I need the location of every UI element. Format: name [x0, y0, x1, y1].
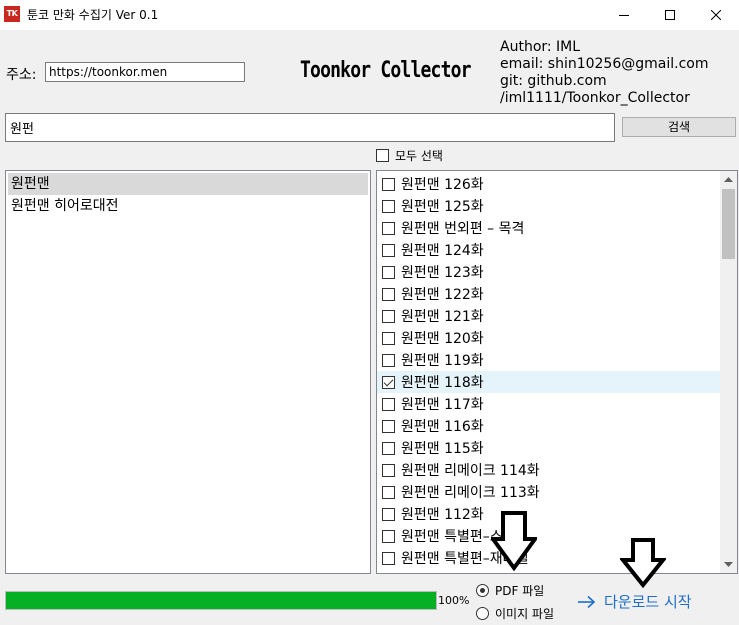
select-all-label: 모두 선택: [395, 149, 443, 163]
checkbox-icon[interactable]: [382, 177, 395, 191]
radio-label: 이미지 파일: [495, 607, 555, 621]
list-item[interactable]: 원펀맨 123화: [377, 261, 721, 283]
checkbox-icon[interactable]: [382, 419, 395, 433]
list-item[interactable]: 원펀맨 번외편 – 목격: [377, 217, 721, 239]
episode-label: 원펀맨 리메이크 113화: [401, 485, 540, 501]
list-item[interactable]: 원펀맨 125화: [377, 195, 721, 217]
address-label: 주소:: [6, 67, 37, 83]
checkbox-icon[interactable]: [382, 331, 395, 345]
close-icon[interactable]: [693, 0, 739, 30]
checkbox-icon[interactable]: [382, 529, 395, 543]
checkbox-icon[interactable]: [382, 397, 395, 411]
checkbox-icon[interactable]: [382, 551, 395, 565]
list-item[interactable]: 원펀맨 117화: [377, 393, 721, 415]
maximize-icon[interactable]: [647, 0, 693, 30]
address-input[interactable]: [45, 62, 245, 82]
episode-label: 원펀맨 121화: [401, 309, 484, 325]
window-title: 툰코 만화 수집기 Ver 0.1: [27, 8, 159, 22]
down-arrow-annotation-icon: [620, 538, 666, 588]
checkbox-icon[interactable]: [382, 441, 395, 455]
list-item[interactable]: 원펀맨 122화: [377, 283, 721, 305]
radio-image[interactable]: 이미지 파일: [476, 605, 554, 622]
list-item[interactable]: 원펀맨 112화: [377, 503, 721, 525]
episode-label: 원펀맨 126화: [401, 177, 484, 193]
list-item[interactable]: 원펀맨 히어로대전: [6, 195, 370, 217]
app-window: TK 툰코 만화 수집기 Ver 0.1 주소: Toonkor Collect…: [0, 0, 739, 625]
search-button[interactable]: 검색: [622, 117, 736, 137]
list-item[interactable]: 원펀맨 121화: [377, 305, 721, 327]
arrow-right-icon: [578, 595, 596, 608]
list-item[interactable]: 원펀맨 특별편–재레벨: [377, 547, 721, 569]
list-item[interactable]: 원펀맨 124화: [377, 239, 721, 261]
search-input[interactable]: [5, 113, 615, 142]
episode-label: 원펀맨 112화: [401, 507, 484, 523]
radio-pdf[interactable]: PDF 파일: [476, 582, 544, 599]
list-item[interactable]: 원펀맨 126화: [377, 173, 721, 195]
episode-label: 원펀맨 122화: [401, 287, 484, 303]
vertical-scrollbar[interactable]: [720, 171, 737, 573]
list-item[interactable]: 원펀맨 120화: [377, 327, 721, 349]
download-label: 다운로드 시작: [604, 593, 692, 611]
checkbox-icon[interactable]: [382, 265, 395, 279]
episode-label: 원펀맨 리메이크 114화: [401, 463, 540, 479]
checkbox-icon[interactable]: [382, 463, 395, 477]
progress-bar: [5, 591, 437, 610]
list-item[interactable]: 원펀맨 116화: [377, 415, 721, 437]
episode-label: 원펀맨 번외편 – 목격: [401, 221, 525, 237]
brand-title: Toonkor Collector: [300, 58, 472, 83]
scroll-down-icon[interactable]: [720, 556, 737, 573]
checkbox-icon[interactable]: [382, 199, 395, 213]
checkbox-icon[interactable]: [382, 353, 395, 367]
radio-selected-icon: [476, 584, 489, 597]
checkbox-icon[interactable]: [382, 221, 395, 235]
checkbox-checked-icon[interactable]: [382, 375, 395, 389]
download-start-button[interactable]: 다운로드 시작: [577, 591, 692, 612]
list-item[interactable]: 원펀맨 리메이크 113화: [377, 481, 721, 503]
episode-label: 원펀맨 115화: [401, 441, 484, 457]
list-item[interactable]: 원펀맨 118화: [377, 371, 721, 393]
checkbox-icon[interactable]: [382, 243, 395, 257]
episode-label: 원펀맨 116화: [401, 419, 484, 435]
app-logo-icon: TK: [4, 6, 20, 22]
progress-text: 100%: [438, 594, 470, 607]
minimize-icon[interactable]: [601, 0, 647, 30]
list-item[interactable]: 원펀맨: [8, 173, 368, 195]
episode-label: 원펀맨 123화: [401, 265, 484, 281]
list-item[interactable]: 원펀맨 119화: [377, 349, 721, 371]
episode-label: 원펀맨 117화: [401, 397, 484, 413]
checkbox-icon[interactable]: [382, 309, 395, 323]
list-item[interactable]: 원펀맨 특별편–스타: [377, 525, 721, 547]
checkbox-icon[interactable]: [382, 485, 395, 499]
episode-label: 원펀맨 120화: [401, 331, 484, 347]
radio-icon: [476, 607, 489, 620]
radio-label: PDF 파일: [495, 584, 545, 598]
episode-label: 원펀맨 124화: [401, 243, 484, 259]
episode-label: 원펀맨 119화: [401, 353, 484, 369]
scrollbar-thumb[interactable]: [722, 189, 735, 259]
episode-label: 원펀맨 118화: [401, 375, 484, 391]
result-label: 원펀맨 히어로대전: [11, 198, 119, 214]
list-item[interactable]: 원펀맨 리메이크 114화: [377, 459, 721, 481]
result-label: 원펀맨: [11, 176, 50, 192]
progress-fill: [6, 592, 436, 609]
list-item[interactable]: 원펀맨 115화: [377, 437, 721, 459]
checkbox-icon: [376, 149, 389, 162]
episode-label: 원펀맨 125화: [401, 199, 484, 215]
checkbox-icon[interactable]: [382, 507, 395, 521]
scroll-up-icon[interactable]: [720, 171, 737, 188]
down-arrow-annotation-icon: [491, 511, 537, 571]
author-info: Author: IML email: shin10256@gmail.com g…: [500, 39, 709, 106]
title-bar: TK 툰코 만화 수집기 Ver 0.1: [0, 0, 739, 30]
checkbox-icon[interactable]: [382, 287, 395, 301]
episode-list[interactable]: 원펀맨 126화 원펀맨 125화 원펀맨 번외편 – 목격 원펀맨 124화 …: [376, 170, 738, 574]
select-all-checkbox[interactable]: 모두 선택: [376, 147, 443, 164]
search-results-list[interactable]: 원펀맨 원펀맨 히어로대전: [5, 170, 371, 574]
